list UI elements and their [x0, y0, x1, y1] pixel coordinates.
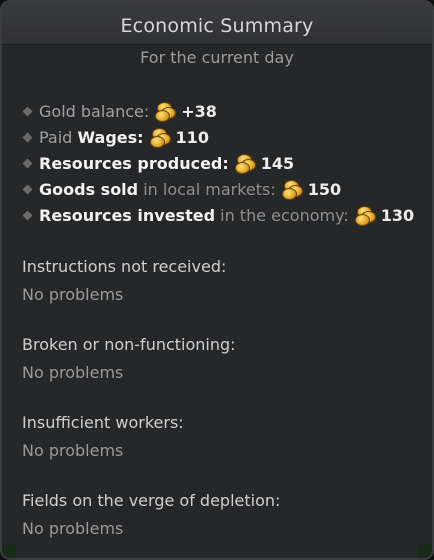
section-insufficient-workers: Insufficient workers: No problems	[22, 412, 422, 462]
gold-coins-icon	[155, 101, 177, 122]
section-value: No problems	[22, 441, 124, 460]
section-title: Instructions not received:	[22, 257, 227, 276]
panel-header: Economic Summary	[2, 2, 432, 45]
stat-value: +38	[181, 101, 217, 121]
stat-row-goods-sold: Goods sold in local markets: 150	[22, 176, 432, 202]
gold-coins-icon	[234, 153, 257, 174]
section-broken-non-functioning: Broken or non-functioning: No problems	[22, 334, 422, 384]
stat-label: Paid	[39, 127, 73, 147]
stat-label-strong: Goods sold	[39, 179, 139, 199]
bullet-icon	[22, 106, 33, 116]
bullet-icon	[22, 184, 33, 194]
stat-row-resources-produced: Resources produced: 145	[22, 150, 432, 176]
economic-summary-panel: Economic Summary For the current day Gol…	[0, 0, 434, 560]
stat-label-strong: Resources produced:	[39, 153, 229, 173]
section-title: Fields on the verge of depletion:	[22, 491, 281, 510]
stat-value: 145	[260, 153, 295, 173]
corner-decoration	[418, 544, 432, 558]
gold-coins-icon	[281, 179, 304, 200]
stat-label-dim: in local markets:	[143, 179, 276, 199]
bullet-icon	[22, 210, 33, 220]
panel-title: Economic Summary	[120, 15, 314, 37]
section-title: Insufficient workers:	[22, 413, 184, 432]
stat-value: 110	[175, 127, 209, 147]
stat-label: Gold balance:	[39, 101, 150, 121]
section-value: No problems	[22, 363, 124, 382]
panel-subtitle: For the current day	[140, 48, 294, 67]
stat-row-gold-balance: Gold balance: +38	[22, 98, 432, 124]
bullet-icon	[22, 132, 33, 142]
stat-label-strong: Resources invested	[39, 205, 216, 225]
stat-row-resources-invested: Resources invested in the economy: 130	[22, 202, 432, 228]
corner-decoration	[2, 544, 16, 558]
stat-value: 150	[307, 179, 342, 199]
stat-value: 130	[380, 205, 415, 225]
bullet-icon	[22, 158, 33, 168]
stat-label-strong: Wages:	[77, 127, 144, 147]
section-fields-depletion: Fields on the verge of depletion: No pro…	[22, 490, 422, 540]
section-value: No problems	[22, 285, 124, 304]
stats-list: Gold balance: +38 Paid Wages: 110 Resour…	[22, 98, 432, 228]
gold-coins-icon	[354, 205, 377, 226]
gold-coins-icon	[149, 127, 172, 148]
stat-label-dim: in the economy:	[220, 205, 349, 225]
section-instructions-not-received: Instructions not received: No problems	[22, 256, 422, 306]
stat-row-paid-wages: Paid Wages: 110	[22, 124, 432, 150]
section-title: Broken or non-functioning:	[22, 335, 236, 354]
section-value: No problems	[22, 519, 124, 538]
